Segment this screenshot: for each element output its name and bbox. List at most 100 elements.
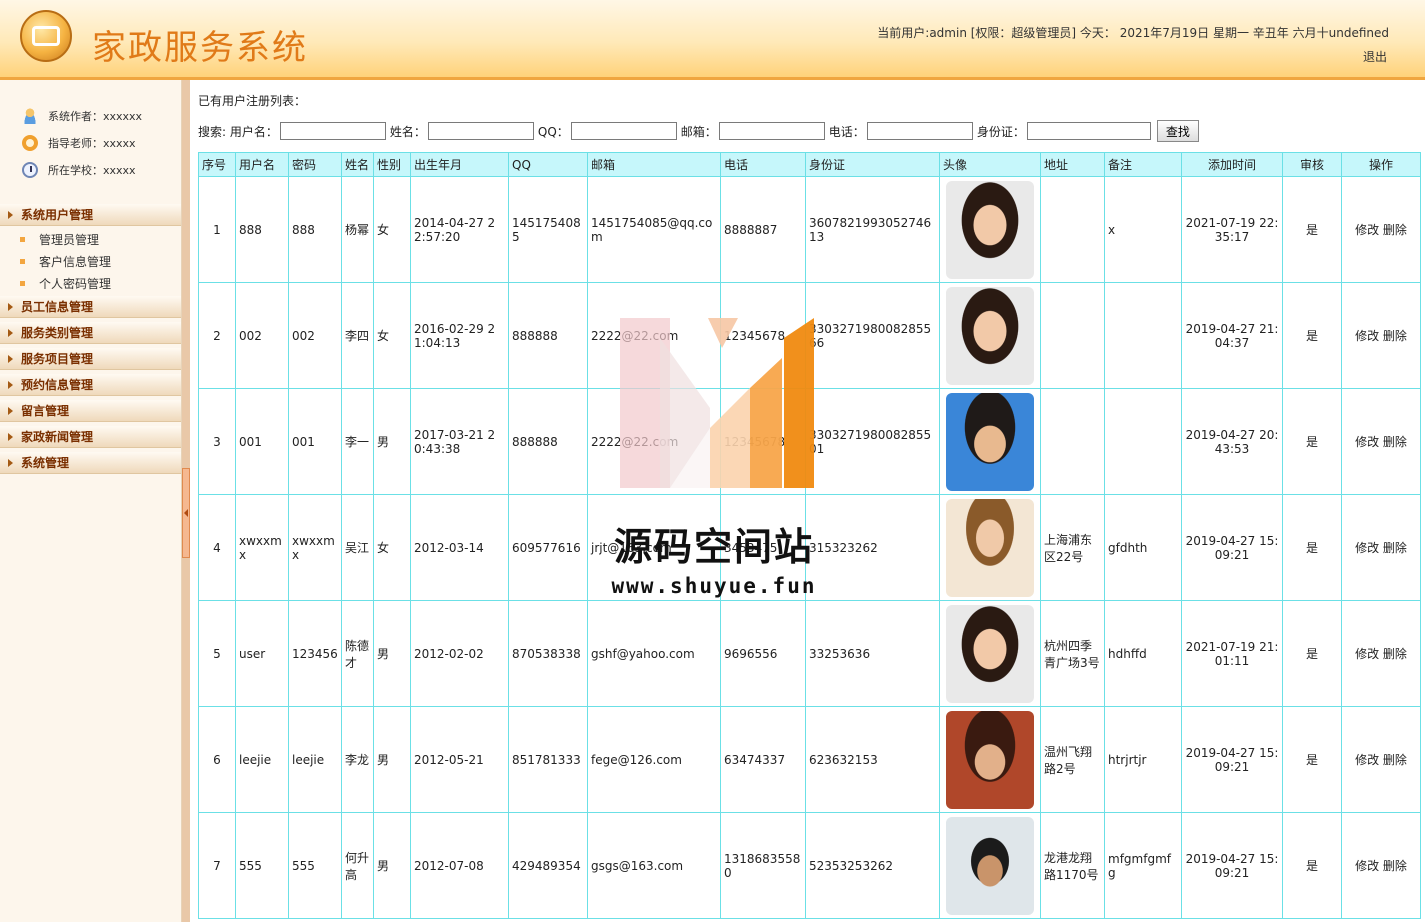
cell-birth: 2012-02-02: [410, 600, 509, 707]
cell-phone: 12345678: [720, 282, 806, 389]
col-header-username: 用户名: [235, 152, 289, 177]
submenu-customer-management[interactable]: 客户信息管理: [20, 251, 111, 271]
cell-email: jrjt@163.com: [587, 494, 721, 601]
caret-right-icon: [8, 458, 13, 467]
cell-no: 2: [198, 282, 236, 389]
cell-email: 2222@22.com: [587, 282, 721, 389]
bullet-icon: [20, 258, 25, 264]
cell-phone: 9696556: [720, 600, 806, 707]
search-idcard-input[interactable]: [1026, 122, 1151, 140]
table-row: 5 user 123456 陈德才 男 2012-02-02 870538338…: [198, 600, 1421, 707]
menu-label: 留言管理: [21, 404, 70, 418]
cell-gender: 男: [373, 600, 411, 707]
cell-no: 4: [198, 494, 236, 601]
app-title: 家政服务系统: [92, 28, 308, 68]
delete-link[interactable]: 删除: [1383, 647, 1407, 661]
col-header-address: 地址: [1040, 152, 1105, 177]
cell-avatar: [939, 176, 1041, 283]
logout-link[interactable]: 退出: [1363, 48, 1387, 65]
submenu-admin-management[interactable]: 管理员管理: [20, 229, 99, 249]
submenu-label: 个人密码管理: [39, 276, 112, 291]
menu-employee[interactable]: 员工信息管理: [0, 296, 181, 318]
cell-email: 2222@22.com: [587, 388, 721, 495]
edit-link[interactable]: 修改: [1355, 859, 1379, 873]
cell-birth: 2012-07-08: [410, 812, 509, 919]
cell-audit: 是: [1282, 706, 1342, 813]
delete-link[interactable]: 删除: [1383, 435, 1407, 449]
menu-label: 预约信息管理: [21, 378, 94, 392]
search-name-input[interactable]: [427, 122, 534, 140]
cell-password: 123456: [288, 600, 342, 707]
cell-no: 6: [198, 706, 236, 813]
edit-link[interactable]: 修改: [1355, 329, 1379, 343]
cell-username: user: [235, 600, 289, 707]
delete-link[interactable]: 删除: [1383, 541, 1407, 555]
caret-right-icon: [8, 406, 13, 415]
cell-gender: 男: [373, 812, 411, 919]
cell-avatar: [939, 706, 1041, 813]
search-email-input[interactable]: [718, 122, 825, 140]
col-header-name: 姓名: [341, 152, 374, 177]
collapse-sidebar-handle[interactable]: [182, 468, 190, 558]
search-username-input[interactable]: [279, 122, 386, 140]
cell-username: leejie: [235, 706, 289, 813]
cell-email: fege@126.com: [587, 706, 721, 813]
cell-address: 温州飞翔路2号: [1040, 706, 1105, 813]
edit-link[interactable]: 修改: [1355, 223, 1379, 237]
table-row: 7 555 555 何升高 男 2012-07-08 429489354 gsg…: [198, 812, 1421, 919]
delete-link[interactable]: 删除: [1383, 329, 1407, 343]
cell-audit: 是: [1282, 812, 1342, 919]
cell-audit: 是: [1282, 600, 1342, 707]
cell-name: 何升高: [341, 812, 374, 919]
menu-label: 服务项目管理: [21, 352, 94, 366]
cell-email: gsgs@163.com: [587, 812, 721, 919]
menu-news[interactable]: 家政新闻管理: [0, 426, 181, 448]
col-header-gender: 性别: [373, 152, 411, 177]
author-info: 系统作者：xxxxxx: [22, 107, 142, 125]
edit-link[interactable]: 修改: [1355, 541, 1379, 555]
edit-link[interactable]: 修改: [1355, 753, 1379, 767]
menu-service-item[interactable]: 服务项目管理: [0, 348, 181, 370]
delete-link[interactable]: 删除: [1383, 753, 1407, 767]
submenu-password-management[interactable]: 个人密码管理: [20, 273, 111, 293]
col-header-phone: 电话: [720, 152, 806, 177]
cell-audit: 是: [1282, 388, 1342, 495]
cell-added: 2021-07-19 22:35:17: [1181, 176, 1283, 283]
cell-added: 2019-04-27 21:04:37: [1181, 282, 1283, 389]
menu-system-users[interactable]: 系统用户管理: [0, 204, 181, 226]
cell-avatar: [939, 812, 1041, 919]
menu-system[interactable]: 系统管理: [0, 452, 181, 474]
menu-service-category[interactable]: 服务类别管理: [0, 322, 181, 344]
male-avatar-2: [946, 498, 1034, 597]
cell-name: 李一: [341, 388, 374, 495]
col-header-qq: QQ: [508, 152, 588, 177]
delete-link[interactable]: 删除: [1383, 223, 1407, 237]
cell-added: 2019-04-27 20:43:53: [1181, 388, 1283, 495]
cell-avatar: [939, 494, 1041, 601]
cell-password: leejie: [288, 706, 342, 813]
cell-audit: 是: [1282, 176, 1342, 283]
cell-avatar: [939, 388, 1041, 495]
cell-added: 2019-04-27 15:09:21: [1181, 812, 1283, 919]
cell-password: 002: [288, 282, 342, 389]
cell-password: 555: [288, 812, 342, 919]
cell-gender: 女: [373, 282, 411, 389]
cell-address: 上海浦东区22号: [1040, 494, 1105, 601]
edit-link[interactable]: 修改: [1355, 647, 1379, 661]
delete-link[interactable]: 删除: [1383, 859, 1407, 873]
search-button[interactable]: 查找: [1156, 120, 1199, 142]
menu-messages[interactable]: 留言管理: [0, 400, 181, 422]
search-username-label: 搜索: 用户名：: [198, 124, 278, 139]
cell-username: 001: [235, 388, 289, 495]
main-content: 已有用户注册列表： 搜索: 用户名： 姓名： QQ： 邮箱： 电话： 身份证： …: [190, 80, 1425, 922]
menu-booking[interactable]: 预约信息管理: [0, 374, 181, 396]
caret-right-icon: [8, 302, 13, 311]
cell-actions: 修改 删除: [1341, 388, 1421, 495]
cell-address: 杭州四季青广场3号: [1040, 600, 1105, 707]
cell-qq: 870538338: [508, 600, 588, 707]
menu-label: 员工信息管理: [21, 300, 94, 314]
search-bar: 搜索: 用户名： 姓名： QQ： 邮箱： 电话： 身份证： 查找: [198, 120, 1199, 142]
search-qq-input[interactable]: [570, 122, 677, 140]
search-phone-input[interactable]: [866, 122, 973, 140]
edit-link[interactable]: 修改: [1355, 435, 1379, 449]
